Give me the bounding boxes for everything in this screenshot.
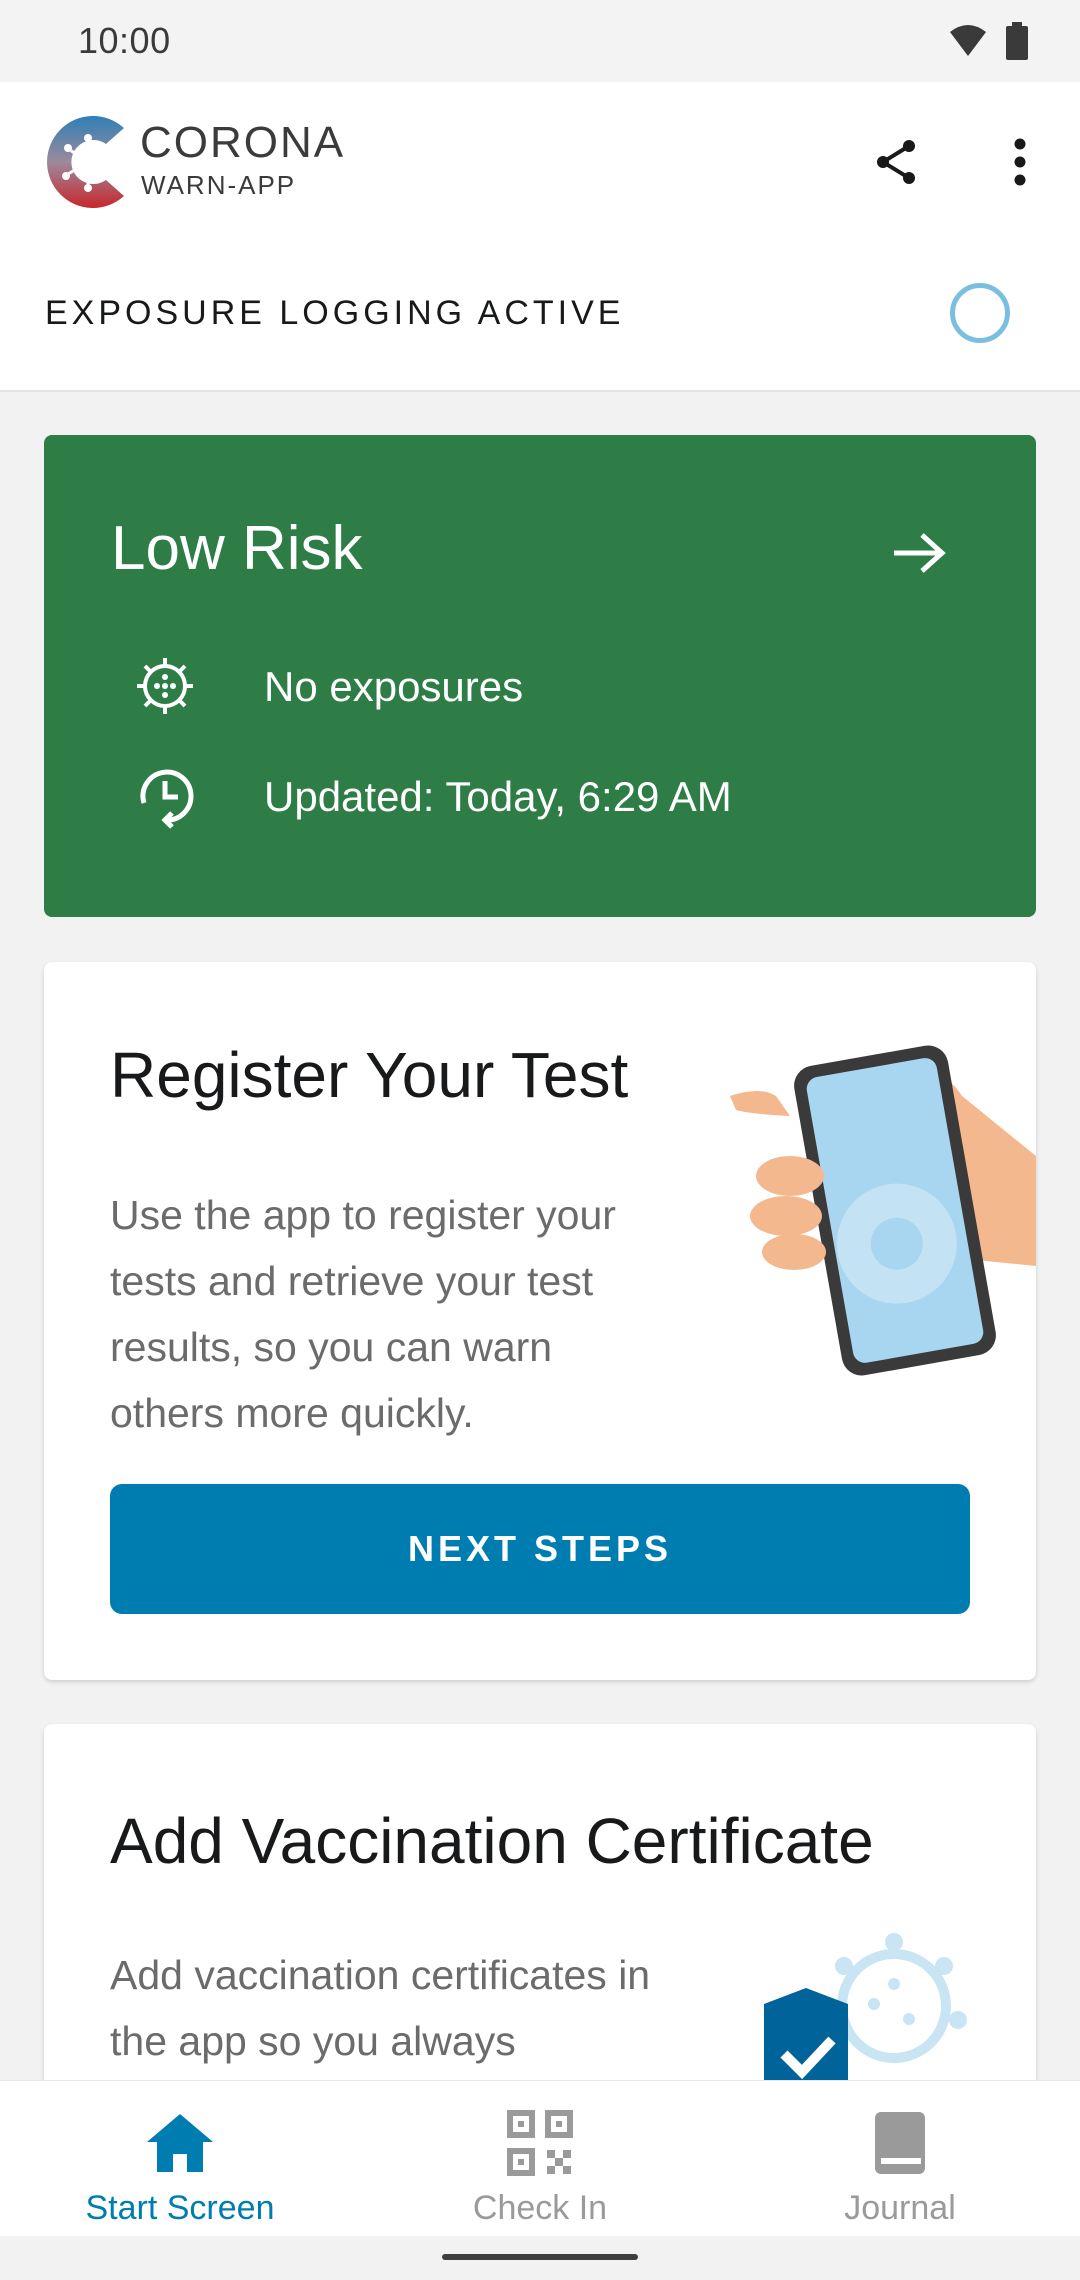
bottom-navigation: Start Screen Check In Journal — [0, 2080, 1080, 2236]
more-vert-icon — [1014, 138, 1026, 186]
home-gesture-bar[interactable] — [442, 2254, 638, 2260]
exposure-logging-status[interactable]: EXPOSURE LOGGING ACTIVE — [45, 294, 624, 333]
risk-card[interactable]: Low Risk No exposures Updated: Today, 6:… — [44, 435, 1036, 917]
share-icon — [877, 140, 915, 184]
qr-code-icon — [507, 2110, 573, 2176]
status-bar: 10:00 — [0, 0, 1080, 82]
logo-title: CORONA — [140, 118, 346, 167]
nav-label-check-in: Check In — [472, 2189, 608, 2227]
vaccination-certificate-card[interactable]: Add Vaccination Certificate Add vaccinat… — [44, 1724, 1036, 2124]
overflow-menu-button[interactable] — [990, 132, 1050, 192]
register-test-card[interactable]: Register Your Test Use the app to regist… — [44, 962, 1036, 1680]
exposures-text: No exposures — [264, 663, 524, 710]
exposure-logging-ring-icon — [950, 283, 1010, 343]
book-icon — [875, 2112, 925, 2174]
gesture-area — [0, 2236, 1080, 2280]
wifi-icon — [950, 25, 986, 56]
vaccination-certificate-title: Add Vaccination Certificate — [110, 1805, 874, 1877]
battery-icon — [1006, 22, 1028, 60]
history-clock-icon — [140, 769, 194, 829]
corona-warn-app-logo — [47, 116, 124, 208]
status-icons — [948, 22, 1028, 60]
home-icon — [147, 2114, 213, 2172]
register-test-title: Register Your Test — [110, 1039, 629, 1111]
logo-subtitle: WARN-APP — [141, 170, 297, 200]
nav-start-screen[interactable]: Start Screen — [0, 2081, 360, 2236]
nav-check-in[interactable]: Check In — [360, 2081, 720, 2236]
nav-label-start-screen: Start Screen — [85, 2189, 275, 2227]
status-time: 10:00 — [78, 20, 171, 61]
app-header: CORONA WARN-APP EXPOSURE LOGGING ACTIVE — [0, 82, 1080, 392]
register-test-description: Use the app to register your tests and r… — [110, 1192, 616, 1436]
nav-label-journal: Journal — [844, 2189, 956, 2227]
risk-level-title: Low Risk — [111, 514, 363, 583]
nav-journal[interactable]: Journal — [720, 2081, 1080, 2236]
next-steps-button[interactable]: NEXT STEPS — [110, 1484, 970, 1614]
share-button[interactable] — [866, 132, 926, 192]
phone-in-hand-illustration — [730, 1045, 1036, 1376]
last-updated-text: Updated: Today, 6:29 AM — [264, 773, 732, 820]
arrow-right-icon — [894, 533, 946, 573]
virus-icon — [137, 658, 193, 714]
vaccination-certificate-description: Add vaccination certificates in the app … — [110, 1952, 651, 2064]
